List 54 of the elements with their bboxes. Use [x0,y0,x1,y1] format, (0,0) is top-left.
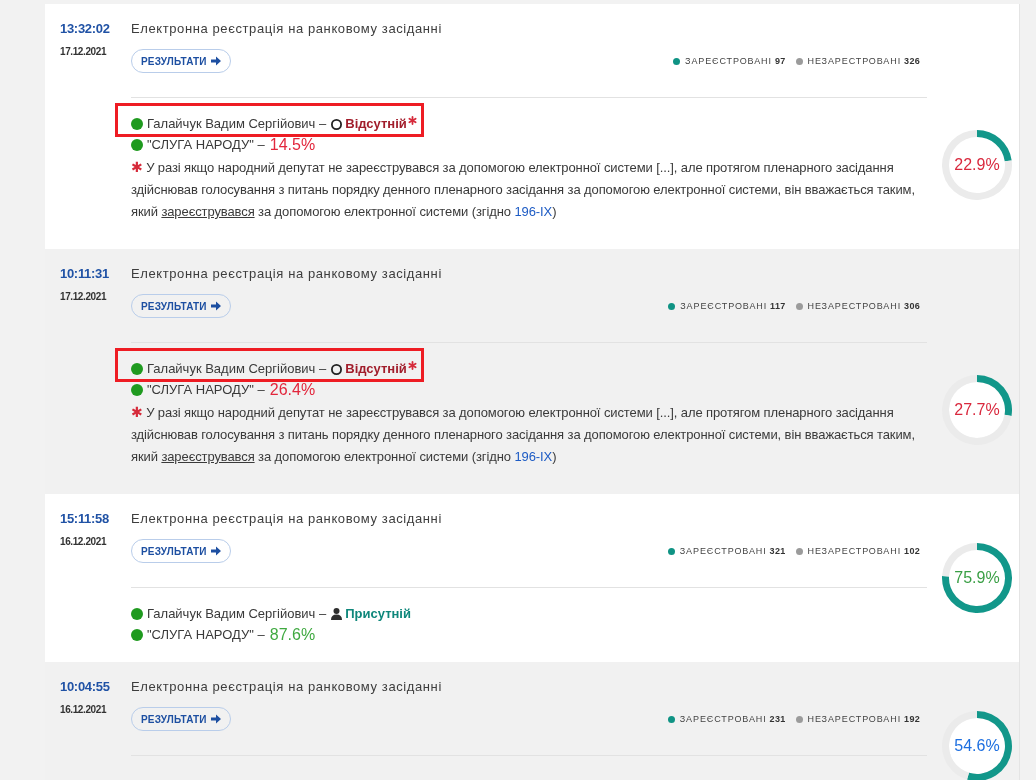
status-label: Присутній [345,605,411,623]
deputy-name: Галайчук Вадим Сергійович – [147,115,327,133]
faction-name: "СЛУГА НАРОДУ" – [147,136,265,154]
legend-label: ЗАРЕЄСТРОВАНІ [680,301,768,311]
law-link[interactable]: 196-IX [514,204,553,219]
note-text: ✱ У разі якщо народний депутат не зареєструвався за допомогою електронної системи [...], але протягом пленарного засідання здійснював голосування з питань порядку денного пленарного засідання за допомогою електронної системи, він вважається таким, який зареєструвався за допомогою електронної системи (згідно 196-IX) [131,403,916,466]
turnout-percent: 22.9% [954,156,1000,174]
registration-title: Електронна реєстрація на ранковому засіданні [131,20,442,38]
term-link[interactable]: зареєструвався [161,204,255,219]
faction-share: 14.5% [269,135,316,155]
legend-label: ЗАРЕЄСТРОВАНІ [685,56,772,66]
turnout-percent: 27.7% [954,401,1000,419]
legend-label: НЕЗАРЕСТРОВАНІ [807,714,902,724]
time-text: 13:32:02 [60,20,110,38]
legend-count: 306 [904,301,920,311]
legend-count: 192 [904,714,920,724]
legend-count: 102 [904,546,920,556]
legend-count: 117 [770,301,786,311]
date-text: 17.12.2021 [60,290,107,304]
arrow-right-icon [210,56,221,66]
legend-label: НЕЗАРЕСТРОВАНІ [807,301,902,311]
arrow-right-icon [210,546,221,556]
turnout-percent: 54.6% [954,737,1000,755]
turnout-percent: 75.9% [954,569,1000,587]
legend-count: 231 [769,714,786,724]
date-text: 16.12.2021 [60,703,107,717]
arrow-right-icon [210,301,221,311]
status-label: Відсутній [345,115,407,133]
faction-name: "СЛУГА НАРОДУ" – [147,381,265,399]
date-text: 16.12.2021 [60,535,107,549]
time-text: 10:11:31 [60,265,109,283]
faction-name: "СЛУГА НАРОДУ" – [147,626,265,644]
legend-label: ЗАРЕЄСТРОВАНІ [679,546,767,556]
legend-count: 321 [769,546,786,556]
time-text: 15:11:58 [60,510,109,528]
legend-count: 326 [904,56,920,66]
deputy-name: Галайчук Вадим Сергійович – [147,360,327,378]
legend-count: 97 [774,56,786,66]
term-link[interactable]: зареєструвався [161,449,255,464]
arrow-right-icon [210,714,221,724]
note-text: ✱ У разі якщо народний депутат не зареєструвався за допомогою електронної системи [...], але протягом пленарного засідання здійснював голосування з питань порядку денного пленарного засідання за допомогою електронної системи, він вважається таким, який зареєструвався за допомогою електронної системи (згідно 196-IX) [131,158,916,221]
faction-share: 87.6% [269,625,316,645]
legend-label: НЕЗАРЕСТРОВАНІ [807,546,902,556]
registration-title: Електронна реєстрація на ранковому засіданні [131,678,442,696]
law-link[interactable]: 196-IX [514,449,553,464]
registration-title: Електронна реєстрація на ранковому засіданні [131,265,442,283]
legend-label: ЗАРЕЄСТРОВАНІ [679,714,767,724]
status-label: Відсутній [345,360,407,378]
date-text: 17.12.2021 [60,45,107,59]
faction-share: 26.4% [269,380,316,400]
registration-title: Електронна реєстрація на ранковому засіданні [131,510,442,528]
time-text: 10:04:55 [60,678,110,696]
legend-label: НЕЗАРЕСТРОВАНІ [807,56,902,66]
deputy-name: Галайчук Вадим Сергійович – [147,605,327,623]
